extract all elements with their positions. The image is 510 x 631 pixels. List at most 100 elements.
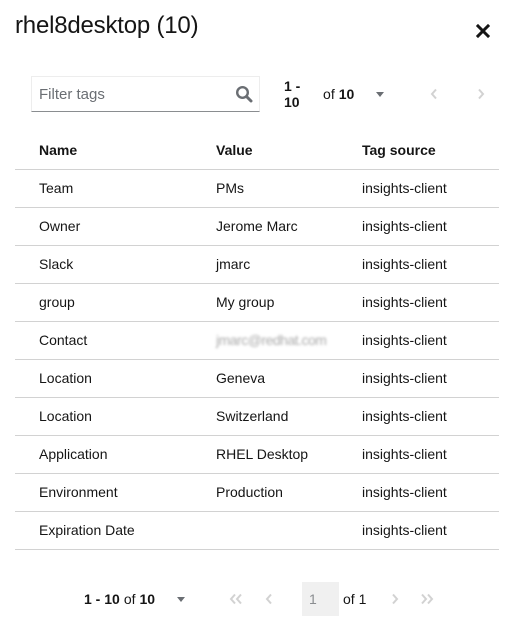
prev-page-button[interactable] bbox=[424, 84, 444, 104]
tag-value-cell: My group bbox=[216, 283, 362, 322]
tag-value-cell: PMs bbox=[216, 169, 362, 208]
tag-name-cell: Team bbox=[15, 169, 216, 208]
angle-right-icon bbox=[478, 88, 485, 100]
bottom-pagination: 1 - 10 of 10 of 1 bbox=[84, 582, 484, 616]
total-label: 10 bbox=[139, 591, 156, 607]
next-page-button[interactable] bbox=[471, 84, 491, 104]
tag-source-cell-text: insights-client bbox=[362, 484, 447, 500]
tag-source-cell-text: insights-client bbox=[362, 332, 447, 348]
tag-source-cell-text: insights-client bbox=[362, 256, 447, 272]
tag-value-cell-text: PMs bbox=[216, 180, 244, 196]
last-page-button[interactable] bbox=[420, 582, 434, 616]
tag-value-cell-text: Switzerland bbox=[216, 408, 289, 424]
next-page-button-bottom[interactable] bbox=[391, 582, 399, 616]
of-pages-label: of 1 bbox=[343, 591, 367, 607]
tag-source-cell: insights-client bbox=[362, 283, 499, 322]
close-icon bbox=[476, 24, 490, 38]
tag-source-cell: insights-client bbox=[362, 435, 499, 474]
page-selector: of 1 bbox=[302, 582, 366, 616]
tag-source-cell: insights-client bbox=[362, 397, 499, 436]
tag-name-cell-text: Owner bbox=[39, 218, 81, 234]
filter-tags-input[interactable] bbox=[32, 78, 222, 110]
tag-value-cell: Switzerland bbox=[216, 397, 362, 436]
column-header-value[interactable]: Value bbox=[216, 131, 362, 170]
prev-page-button-bottom[interactable] bbox=[265, 582, 273, 616]
angle-left-icon bbox=[430, 88, 437, 100]
tag-name-cell-text: Location bbox=[39, 408, 92, 424]
tag-value-cell-text: jmarc@redhat.com bbox=[216, 332, 327, 348]
tag-value-cell-text: Production bbox=[216, 484, 283, 500]
tag-value-cell-text: Geneva bbox=[216, 370, 266, 386]
first-page-button[interactable] bbox=[229, 582, 243, 616]
close-button[interactable] bbox=[472, 20, 494, 42]
table-row: Slack jmarc insights-client bbox=[15, 245, 499, 284]
angle-double-left-icon bbox=[229, 593, 242, 605]
top-pagination: 1 - 10 of 10 bbox=[284, 76, 491, 112]
tag-name-cell: Contact bbox=[15, 321, 216, 360]
tag-name-cell: Environment bbox=[15, 473, 216, 512]
angle-double-right-icon bbox=[421, 593, 434, 605]
tag-source-cell-text: insights-client bbox=[362, 294, 447, 310]
tag-value-cell: Geneva bbox=[216, 359, 362, 398]
table-row: Contact jmarc@redhat.com insights-client bbox=[15, 321, 499, 360]
range-label: 1 - 10 bbox=[284, 78, 301, 110]
tag-source-cell: insights-client bbox=[362, 511, 499, 550]
per-page-toggle[interactable]: 1 - 10 of 10 bbox=[284, 78, 385, 110]
table-row: Owner Jerome Marc insights-client bbox=[15, 207, 499, 246]
tag-value-cell: jmarc bbox=[216, 245, 362, 284]
column-header-tag-source[interactable]: Tag source bbox=[362, 131, 499, 170]
tag-name-cell: Owner bbox=[15, 207, 216, 246]
tag-source-cell: insights-client bbox=[362, 245, 499, 284]
tag-name-cell-text: Expiration Date bbox=[39, 522, 135, 538]
filter-tags-field bbox=[31, 76, 260, 112]
tag-value-cell-text: My group bbox=[216, 294, 275, 310]
column-header-name[interactable]: Name bbox=[15, 131, 216, 170]
tag-source-cell: insights-client bbox=[362, 321, 499, 360]
toolbar: 1 - 10 of 10 bbox=[31, 76, 491, 112]
tag-source-cell: insights-client bbox=[362, 473, 499, 512]
range-label: 1 - 10 bbox=[84, 591, 120, 607]
table-body: Team PMs insights-client Owner Jerome Marc in… bbox=[15, 169, 499, 550]
of-label: of bbox=[323, 86, 335, 102]
tag-name-cell-text: group bbox=[39, 294, 75, 310]
table-row: Application RHEL Desktop insights-client bbox=[15, 435, 499, 474]
tag-value-cell-text: jmarc bbox=[216, 256, 251, 272]
tag-value-cell: Production bbox=[216, 473, 362, 512]
table-row: Expiration Date insights-client bbox=[15, 511, 499, 550]
tag-name-cell: Slack bbox=[15, 245, 216, 284]
tag-source-cell-text: insights-client bbox=[362, 218, 447, 234]
table-row: Location Switzerland insights-client bbox=[15, 397, 499, 436]
table-row: Team PMs insights-client bbox=[15, 169, 499, 208]
table-row: group My group insights-client bbox=[15, 283, 499, 322]
per-page-toggle-bottom[interactable]: 1 - 10 of 10 bbox=[84, 582, 186, 616]
table-header-row: Name Value Tag source bbox=[15, 131, 499, 170]
tag-value-cell-text: RHEL Desktop bbox=[216, 446, 309, 462]
tag-name-cell-text: Slack bbox=[39, 256, 74, 272]
tag-source-cell: insights-client bbox=[362, 207, 499, 246]
tag-name-cell-text: Environment bbox=[39, 484, 118, 500]
search-icon[interactable] bbox=[235, 85, 253, 103]
tag-value-cell: jmarc@redhat.com bbox=[216, 321, 362, 360]
tag-source-cell-text: insights-client bbox=[362, 370, 447, 386]
angle-left-icon bbox=[265, 593, 272, 605]
tag-name-cell-text: Team bbox=[39, 180, 74, 196]
tag-name-cell-text: Application bbox=[39, 446, 108, 462]
tag-value-cell: RHEL Desktop bbox=[216, 435, 362, 474]
tag-name-cell: Application bbox=[15, 435, 216, 474]
tag-source-cell-text: insights-client bbox=[362, 180, 447, 196]
tag-name-cell: Location bbox=[15, 359, 216, 398]
angle-right-icon bbox=[392, 593, 399, 605]
tag-source-cell-text: insights-client bbox=[362, 408, 447, 424]
table-row: Environment Production insights-client bbox=[15, 473, 499, 512]
tag-name-cell-text: Contact bbox=[39, 332, 88, 348]
tag-name-cell: Expiration Date bbox=[15, 511, 216, 550]
tag-name-cell-text: Location bbox=[39, 370, 92, 386]
current-page-input[interactable] bbox=[302, 582, 339, 616]
tag-source-cell-text: insights-client bbox=[362, 522, 447, 538]
tag-source-cell: insights-client bbox=[362, 359, 499, 398]
tag-source-cell: insights-client bbox=[362, 169, 499, 208]
tag-source-cell-text: insights-client bbox=[362, 446, 447, 462]
table-row: Location Geneva insights-client bbox=[15, 359, 499, 398]
caret-down-icon bbox=[376, 91, 385, 97]
tag-value-cell-text: Jerome Marc bbox=[216, 218, 298, 234]
